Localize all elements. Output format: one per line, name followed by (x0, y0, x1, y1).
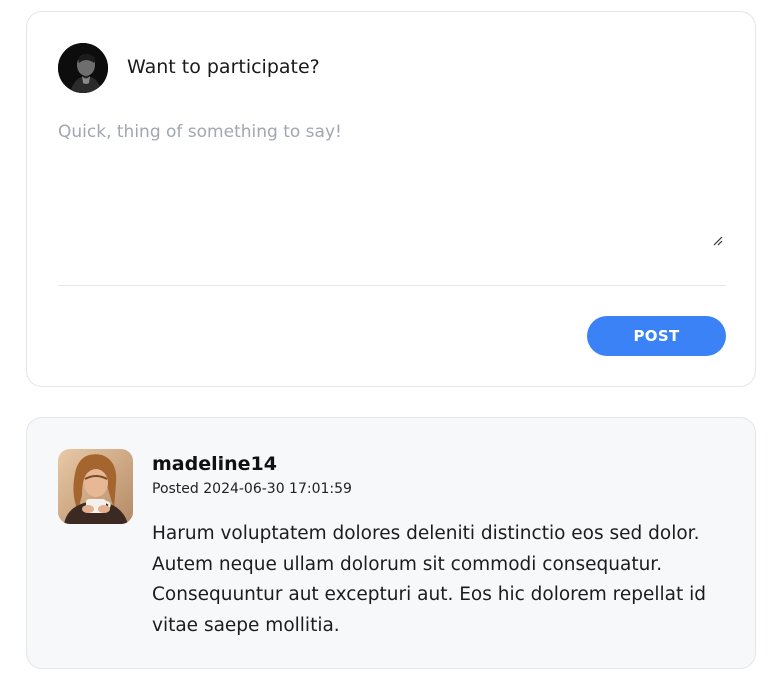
post-button[interactable]: POST (587, 316, 726, 356)
comment-textarea[interactable] (58, 122, 726, 252)
user-avatar-icon (58, 449, 133, 524)
comment-username[interactable]: madeline14 (152, 453, 277, 475)
current-user-avatar (58, 43, 108, 93)
comment-composer-card: Want to participate? POST (26, 11, 756, 387)
comment-author-avatar[interactable] (58, 449, 133, 524)
resize-grip-icon[interactable] (713, 236, 723, 246)
composer-title: Want to participate? (127, 56, 320, 78)
posted-prefix: Posted (152, 481, 199, 497)
comment-card: madeline14 Posted 2024-06-30 17:01:59 Ha… (26, 417, 756, 669)
comment-timestamp: 2024-06-30 17:01:59 (203, 481, 352, 497)
composer-divider (58, 285, 726, 286)
comment-body: Harum voluptatem dolores deleniti distin… (152, 523, 707, 636)
user-avatar-icon (58, 43, 108, 93)
comment-posted-meta: Posted 2024-06-30 17:01:59 (152, 481, 352, 497)
